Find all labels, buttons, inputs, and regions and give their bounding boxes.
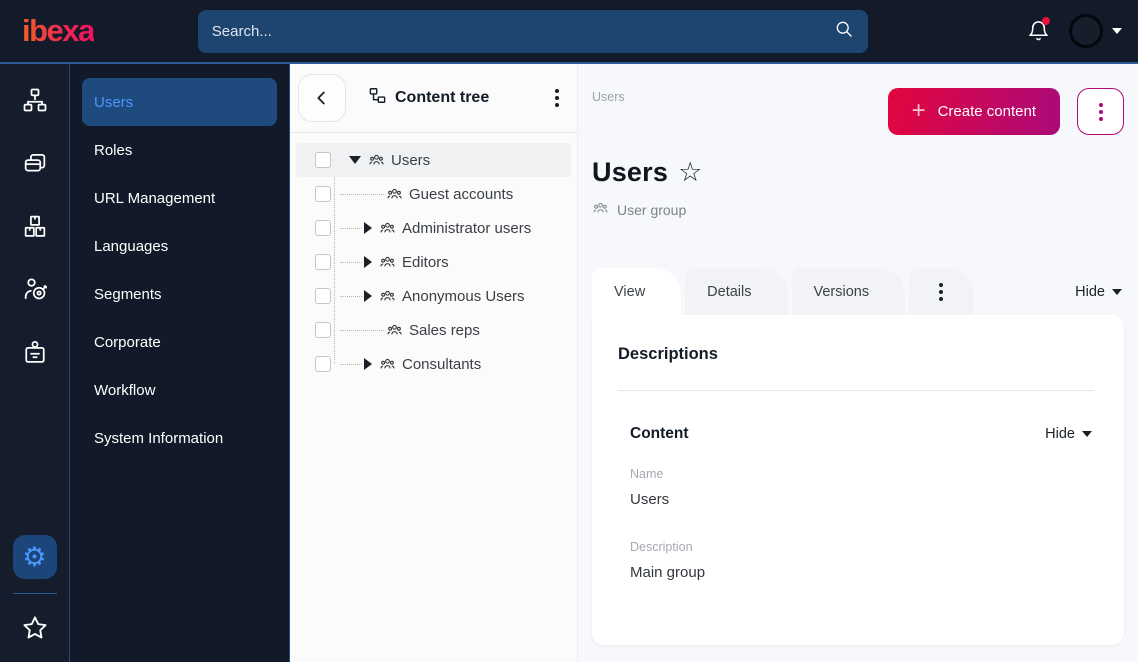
- user-group-icon: [386, 322, 403, 339]
- sidebar-item-workflow[interactable]: Workflow: [82, 366, 277, 414]
- tree-branch-dots: [340, 227, 362, 229]
- notification-dot: [1042, 17, 1050, 25]
- tab-details[interactable]: Details: [685, 268, 788, 315]
- sidebar-item-roles[interactable]: Roles: [82, 126, 277, 174]
- user-group-icon: [379, 288, 396, 305]
- descriptions-section-title: Descriptions: [618, 345, 718, 363]
- ibexa-logo[interactable]: ibexa: [22, 13, 95, 49]
- bookmark-star-icon[interactable]: ☆: [678, 159, 702, 186]
- tree-row[interactable]: Administrator users: [296, 211, 571, 245]
- boxes-icon[interactable]: [13, 204, 57, 248]
- content-tree-header: Content tree: [290, 64, 577, 132]
- hide-panel-toggle[interactable]: Hide: [1075, 284, 1122, 300]
- notifications-bell-icon[interactable]: [1027, 17, 1051, 43]
- user-group-icon: [592, 200, 609, 220]
- search-input[interactable]: [211, 22, 834, 40]
- collapse-tree-button[interactable]: [298, 74, 346, 122]
- tree-row[interactable]: Sales reps: [296, 313, 571, 347]
- tree-row-checkbox[interactable]: [315, 254, 331, 270]
- sidebar-item-users[interactable]: Users: [82, 78, 277, 126]
- user-avatar[interactable]: [1069, 14, 1103, 48]
- tree-row-checkbox[interactable]: [315, 322, 331, 338]
- tree-row-checkbox[interactable]: [315, 220, 331, 236]
- tree-options-kebab-icon[interactable]: [551, 85, 563, 111]
- search-icon[interactable]: [834, 19, 854, 44]
- sidebar-item-languages[interactable]: Languages: [82, 222, 277, 270]
- bookmarks-star-icon[interactable]: [13, 606, 57, 650]
- expand-node-icon[interactable]: [364, 222, 372, 234]
- tree-row[interactable]: Users: [296, 143, 571, 177]
- content-tree-panel: Content tree Users Guest accounts Admini…: [290, 64, 578, 662]
- expand-node-icon[interactable]: [364, 256, 372, 268]
- main-content: Users + Create content Users ☆ User grou…: [578, 64, 1138, 662]
- settings-gear-icon[interactable]: ⚙: [12, 535, 57, 579]
- plus-icon: +: [911, 96, 926, 124]
- expand-node-icon[interactable]: [364, 290, 372, 302]
- tree-branch-dots: [340, 193, 384, 195]
- tabs-more-kebab-icon[interactable]: [909, 268, 974, 315]
- field-label-name: Name: [630, 467, 664, 481]
- create-content-button[interactable]: + Create content: [887, 88, 1060, 135]
- primary-nav-rail: ⚙: [0, 64, 70, 662]
- content-group-title: Content: [630, 425, 689, 442]
- section-divider: [618, 390, 1094, 391]
- field-label-description: Description: [630, 540, 693, 554]
- sidebar-item-url-management[interactable]: URL Management: [82, 174, 277, 222]
- rail-divider: [12, 593, 57, 594]
- sidebar-item-segments[interactable]: Segments: [82, 270, 277, 318]
- sidebar-item-system-information[interactable]: System Information: [82, 414, 277, 462]
- tree-row-checkbox[interactable]: [315, 356, 331, 372]
- content-actions-kebab-button[interactable]: [1077, 88, 1124, 135]
- sidebar-item-corporate[interactable]: Corporate: [82, 318, 277, 366]
- page-title: Users: [592, 157, 669, 187]
- tree-branch-dots: [340, 363, 362, 365]
- user-group-icon: [379, 356, 396, 373]
- tree-branch-dots: [340, 295, 362, 297]
- chevron-down-icon: [1082, 431, 1092, 437]
- view-tab-panel: Descriptions Content Hide Name Users Des…: [592, 315, 1124, 645]
- tree-row-checkbox[interactable]: [315, 288, 331, 304]
- collapse-node-icon[interactable]: [349, 156, 361, 164]
- content-tree-icon: [368, 86, 387, 110]
- content-field-group: Content Hide Name Users Description Main…: [618, 425, 1094, 581]
- content-tree-title: Content tree: [368, 86, 489, 110]
- tree-row[interactable]: Guest accounts: [296, 177, 571, 211]
- content-type-label: User group: [617, 202, 687, 218]
- topbar: ibexa: [0, 0, 1138, 64]
- admin-sidebar: Users Roles URL Management Languages Seg…: [70, 64, 290, 662]
- tree-row-checkbox[interactable]: [315, 186, 331, 202]
- chevron-down-icon: [1112, 288, 1122, 295]
- user-group-icon: [379, 254, 396, 271]
- topbar-right: [1027, 14, 1122, 48]
- breadcrumb[interactable]: Users: [592, 90, 625, 104]
- app-window: ibexa Search... ⚙ Users Roles URL Manage…: [0, 0, 1138, 662]
- field-value-description: Main group: [630, 564, 706, 581]
- tab-view[interactable]: View: [592, 268, 682, 315]
- sitemap-icon[interactable]: [13, 78, 57, 122]
- tree-row[interactable]: Consultants: [296, 347, 571, 381]
- pages-icon[interactable]: [13, 141, 57, 185]
- tree-branch-dots: [340, 329, 384, 331]
- content-tree-body: Users Guest accounts Administrator users…: [290, 133, 577, 391]
- field-value-name: Users: [630, 491, 670, 508]
- global-search[interactable]: [197, 9, 868, 53]
- tree-row-checkbox[interactable]: [315, 152, 331, 168]
- tree-branch-dots: [340, 261, 362, 263]
- user-group-icon: [368, 152, 385, 169]
- user-group-icon: [379, 220, 396, 237]
- content-type-row: User group: [592, 200, 1130, 220]
- expand-node-icon[interactable]: [364, 358, 372, 370]
- tabs: View Details Versions Hide: [592, 268, 1130, 315]
- tab-versions[interactable]: Versions: [791, 268, 906, 315]
- user-group-icon: [386, 186, 403, 203]
- badge-icon[interactable]: [13, 330, 57, 374]
- user-menu-caret-icon[interactable]: [1112, 28, 1122, 34]
- tree-row[interactable]: Editors: [296, 245, 571, 279]
- audience-icon[interactable]: [13, 267, 57, 311]
- hide-group-toggle[interactable]: Hide: [1045, 426, 1094, 442]
- tree-row[interactable]: Anonymous Users: [296, 279, 571, 313]
